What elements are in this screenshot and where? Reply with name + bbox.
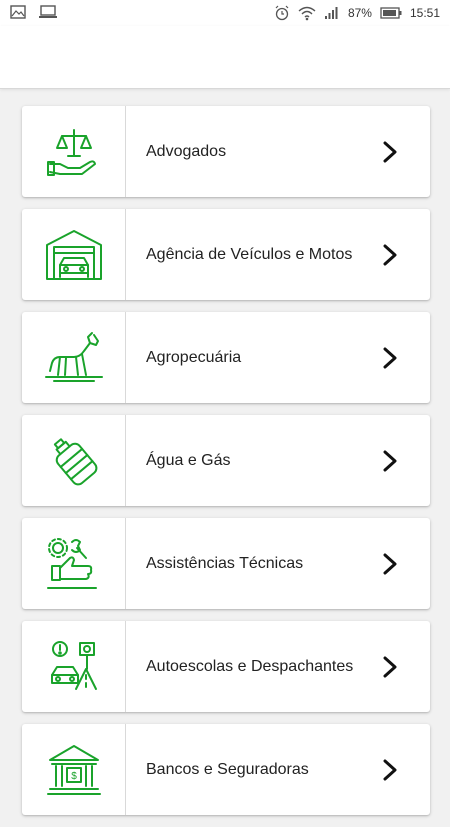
category-label: Agropecuária [146, 348, 242, 366]
category-icon-container [22, 621, 126, 712]
category-label: Água e Gás [146, 451, 231, 469]
category-label: Autoescolas e Despachantes [146, 657, 354, 675]
category-card-bancos-seguradoras[interactable]: $ Bancos e Seguradoras [22, 724, 430, 815]
category-icon-container [22, 106, 126, 197]
category-card-agencia-veiculos[interactable]: Agência de Veículos e Motos [22, 209, 430, 300]
signal-icon [324, 7, 338, 19]
chevron-right-icon [370, 106, 410, 197]
bank-icon: $ [46, 744, 101, 795]
chevron-right-icon [370, 518, 410, 609]
category-icon-container: $ [22, 724, 126, 815]
category-icon-container [22, 209, 126, 300]
category-card-agua-gas[interactable]: Água e Gás [22, 415, 430, 506]
horse-icon [44, 331, 103, 382]
laptop-icon [39, 5, 57, 18]
water-gallon-icon [53, 437, 97, 485]
category-label: Bancos e Seguradoras [146, 760, 309, 778]
category-icon-container [22, 415, 126, 506]
gallery-icon [10, 5, 26, 19]
category-card-assistencias-tecnicas[interactable]: Assistências Técnicas [22, 518, 430, 609]
chevron-right-icon [370, 621, 410, 712]
category-card-advogados[interactable]: Advogados [22, 106, 430, 197]
category-list: Advogados Agência de Veículos e Motos Ag… [22, 106, 430, 827]
category-icon-container [22, 518, 126, 609]
chevron-right-icon [370, 415, 410, 506]
status-bar: 87% 15:51 [0, 0, 450, 26]
category-label: Agência de Veículos e Motos [146, 245, 353, 263]
clock: 15:51 [409, 6, 440, 20]
car-garage-icon [45, 229, 102, 280]
alarm-icon [275, 5, 289, 21]
driving-school-icon [50, 640, 97, 690]
battery-percent: 87% [347, 6, 372, 20]
battery-icon [380, 7, 402, 19]
chevron-right-icon [370, 209, 410, 300]
category-label: Advogados [146, 142, 227, 160]
category-label: Assistências Técnicas [146, 554, 304, 572]
wifi-icon [298, 6, 316, 21]
justice-scale-hand-icon [46, 128, 96, 176]
tools-thumbs-up-icon [46, 537, 97, 589]
category-card-agropecuaria[interactable]: Agropecuária [22, 312, 430, 403]
category-card-autoescolas[interactable]: Autoescolas e Despachantes [22, 621, 430, 712]
app-bar [0, 26, 450, 89]
category-icon-container [22, 312, 126, 403]
svg-text:$: $ [71, 771, 77, 782]
chevron-right-icon [370, 724, 410, 815]
chevron-right-icon [370, 312, 410, 403]
